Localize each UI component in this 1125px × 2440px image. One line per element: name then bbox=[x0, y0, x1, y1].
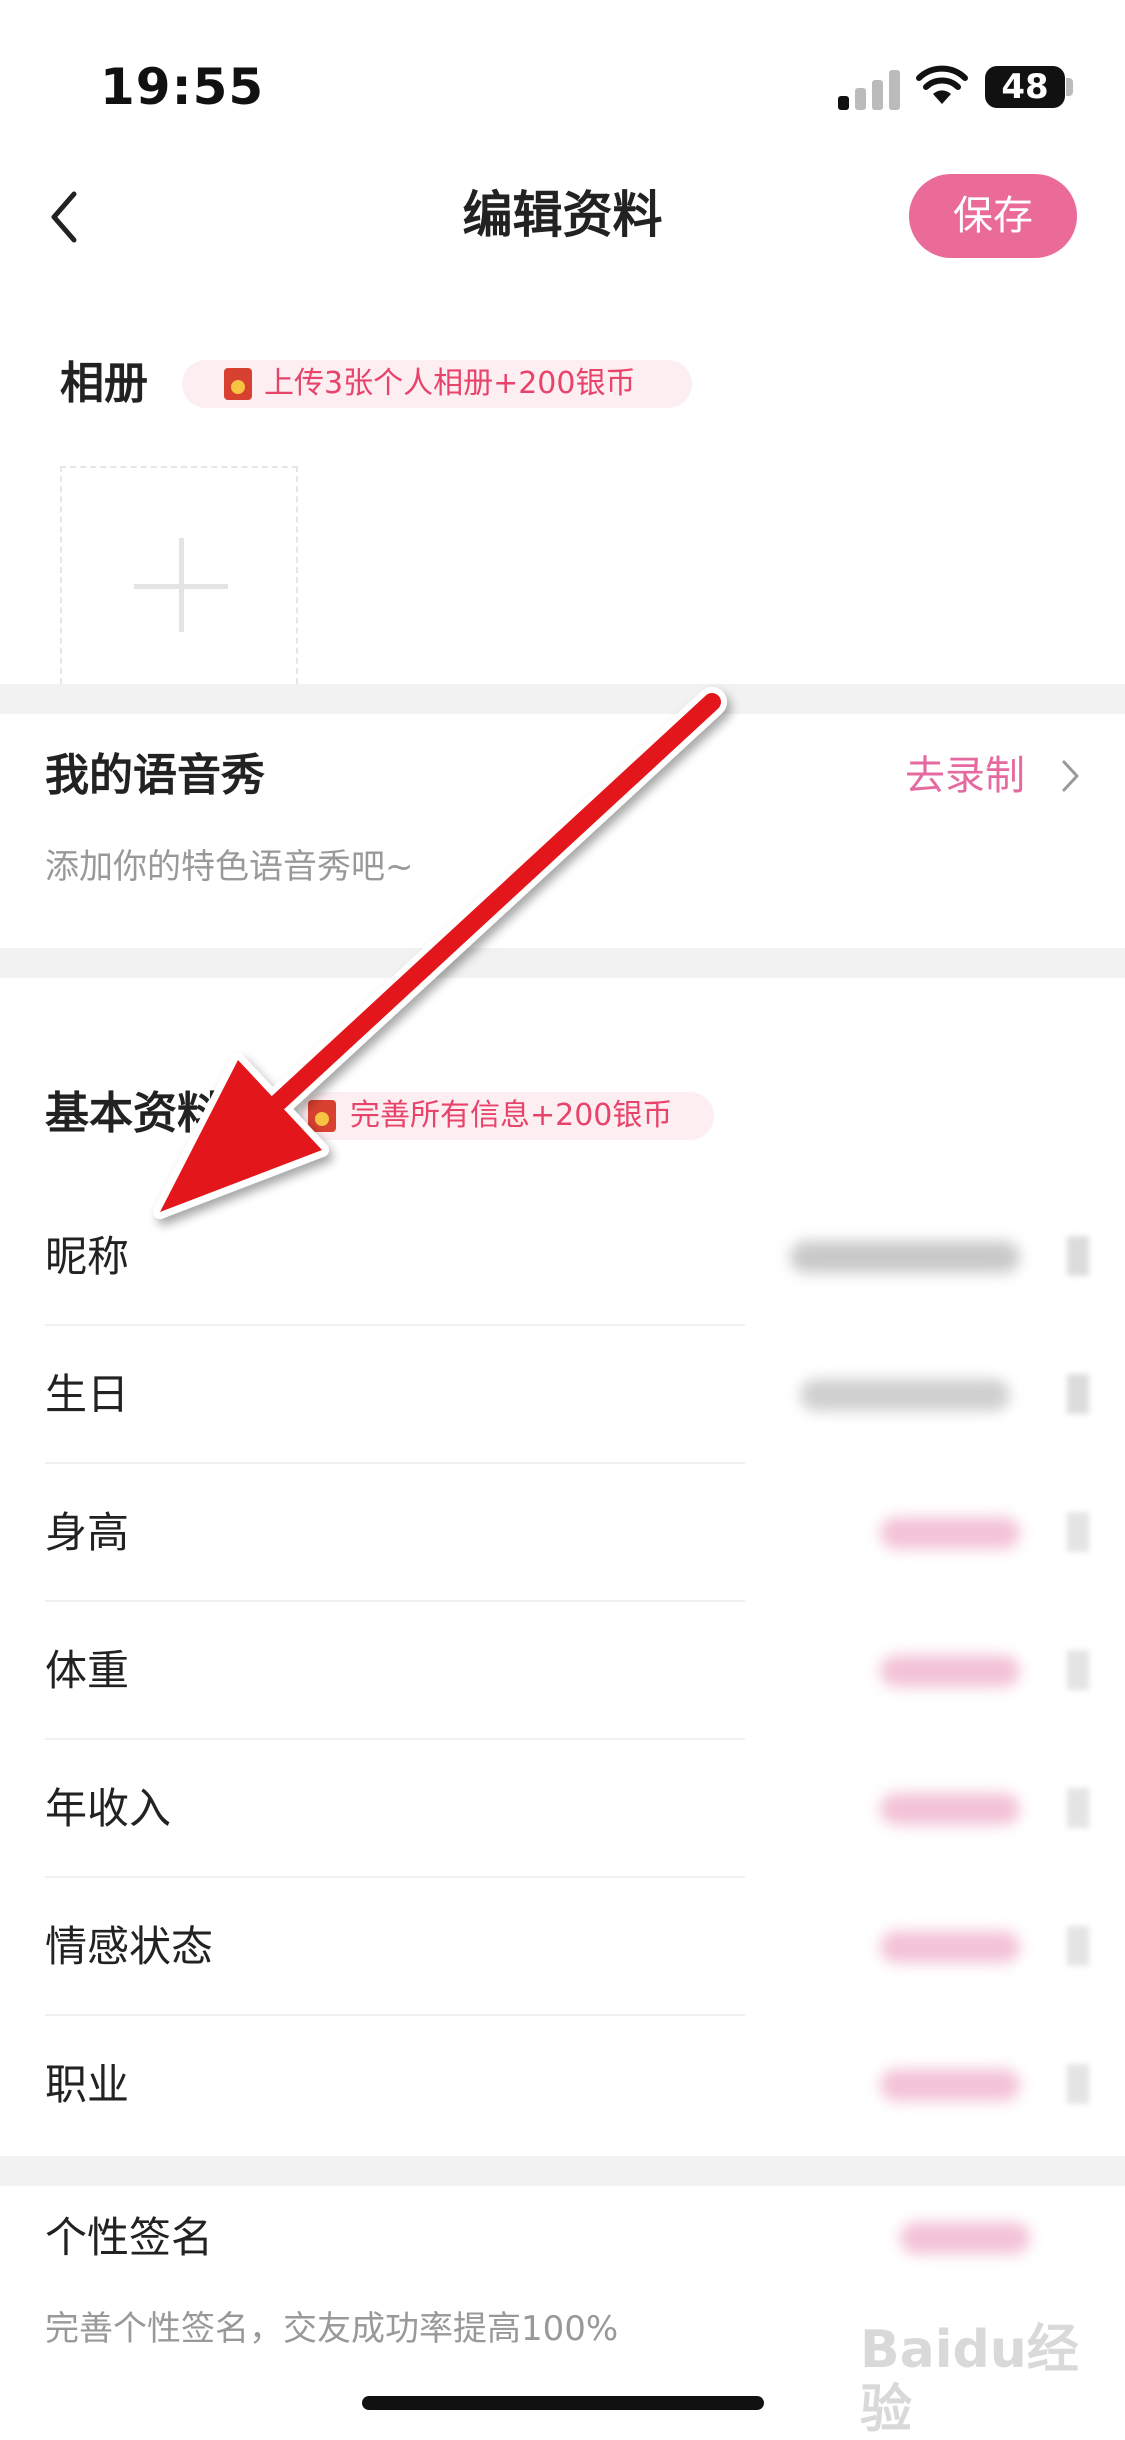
blurred-value bbox=[790, 1241, 1020, 1273]
album-reward-text: 上传3张个人相册+200银币 bbox=[264, 366, 636, 401]
album-section-title: 相册 bbox=[60, 358, 148, 409]
red-envelope-icon bbox=[224, 368, 252, 400]
add-photo-button[interactable] bbox=[60, 466, 298, 684]
blurred-value bbox=[900, 2222, 1030, 2254]
chevron-right-icon bbox=[1067, 1374, 1089, 1414]
battery-icon: 48 bbox=[985, 66, 1065, 108]
save-button[interactable]: 保存 bbox=[909, 174, 1077, 258]
blurred-value bbox=[880, 1793, 1020, 1825]
wifi-icon bbox=[916, 65, 968, 104]
chevron-right-icon bbox=[1067, 2064, 1089, 2104]
cellular-signal-icon bbox=[838, 68, 900, 110]
record-voice-link[interactable]: 去录制 bbox=[905, 746, 1025, 806]
album-reward-badge: 上传3张个人相册+200银币 bbox=[182, 360, 692, 408]
blurred-value bbox=[880, 1517, 1020, 1549]
battery-tip bbox=[1066, 78, 1073, 96]
chevron-right-icon bbox=[1067, 1788, 1089, 1828]
section-divider bbox=[0, 2156, 1125, 2186]
chevron-right-icon bbox=[1067, 1512, 1089, 1552]
row-weight[interactable]: 体重 bbox=[0, 1602, 1125, 1740]
row-label: 年收入 bbox=[45, 1784, 172, 1833]
row-nickname[interactable]: 昵称 bbox=[0, 1188, 1125, 1326]
blurred-value bbox=[880, 1655, 1020, 1687]
row-label: 情感状态 bbox=[45, 1922, 214, 1971]
watermark-logo: Baidu经验 bbox=[860, 2320, 1079, 2440]
blurred-value bbox=[880, 1931, 1020, 1963]
row-label: 体重 bbox=[45, 1646, 130, 1695]
chevron-right-icon[interactable] bbox=[1055, 754, 1085, 798]
status-time: 19:55 bbox=[100, 58, 265, 116]
blurred-value bbox=[880, 2069, 1020, 2101]
row-occupation[interactable]: 职业 bbox=[0, 2016, 1125, 2154]
row-label: 身高 bbox=[45, 1508, 130, 1557]
home-indicator[interactable] bbox=[362, 2396, 764, 2410]
signature-title[interactable]: 个性签名 bbox=[45, 2208, 213, 2268]
basic-info-reward-badge: 完善所有信息+200银币 bbox=[300, 1092, 714, 1140]
chevron-right-icon bbox=[1067, 1236, 1089, 1276]
row-birthday[interactable]: 生日 bbox=[0, 1326, 1125, 1464]
row-relationship-status[interactable]: 情感状态 bbox=[0, 1878, 1125, 2016]
basic-info-title: 基本资料 bbox=[45, 1088, 221, 1139]
battery-level: 48 bbox=[1001, 67, 1049, 107]
row-income[interactable]: 年收入 bbox=[0, 1740, 1125, 1878]
section-divider bbox=[0, 948, 1125, 978]
chevron-right-icon bbox=[1067, 1926, 1089, 1966]
basic-info-reward-text: 完善所有信息+200银币 bbox=[350, 1098, 673, 1133]
chevron-right-icon bbox=[1067, 1650, 1089, 1690]
voice-show-title: 我的语音秀 bbox=[45, 750, 265, 801]
row-label: 昵称 bbox=[45, 1232, 130, 1281]
row-height[interactable]: 身高 bbox=[0, 1464, 1125, 1602]
row-label: 职业 bbox=[45, 2060, 130, 2109]
row-label: 生日 bbox=[45, 1370, 130, 1419]
section-divider bbox=[0, 684, 1125, 714]
signature-hint: 完善个性签名，交友成功率提高100% bbox=[45, 2309, 619, 2349]
voice-show-hint: 添加你的特色语音秀吧~ bbox=[45, 847, 414, 887]
blurred-value bbox=[800, 1379, 1010, 1411]
red-envelope-icon bbox=[308, 1100, 336, 1132]
